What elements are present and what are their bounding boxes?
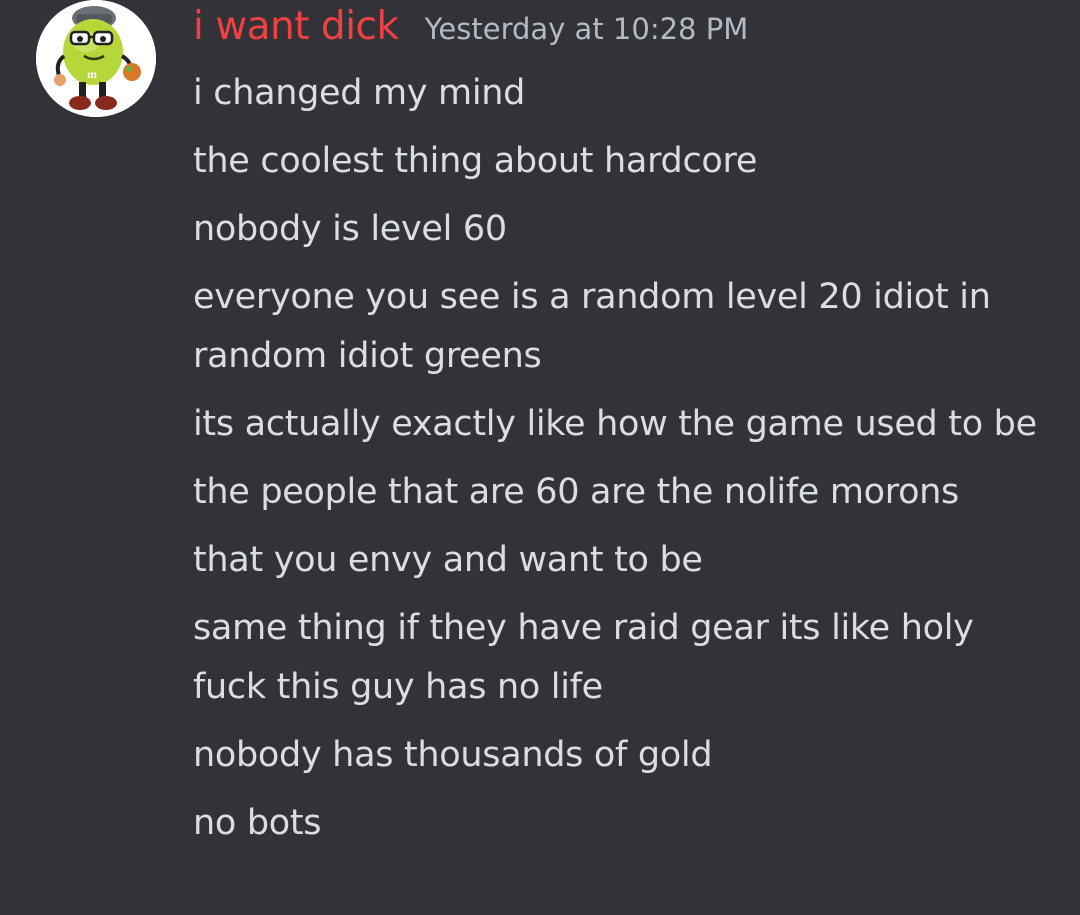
message-text[interactable]: everyone you see is a random level 20 id…: [193, 268, 1053, 386]
green-mm-character-icon: m: [36, 0, 156, 117]
svg-text:m: m: [87, 67, 97, 81]
message-header: i want dick Yesterday at 10:28 PM: [193, 4, 748, 58]
message-text[interactable]: nobody has thousands of gold: [193, 726, 1053, 785]
message-text[interactable]: i changed my mind: [193, 64, 1053, 123]
message-text[interactable]: the coolest thing about hardcore: [193, 132, 1053, 191]
message-text[interactable]: same thing if they have raid gear its li…: [193, 599, 1053, 717]
message-text[interactable]: no bots: [193, 794, 1053, 853]
message-timestamp[interactable]: Yesterday at 10:28 PM: [425, 12, 749, 46]
author-username[interactable]: i want dick: [193, 4, 399, 49]
message-text[interactable]: that you envy and want to be: [193, 531, 1053, 590]
message-text[interactable]: nobody is level 60: [193, 200, 1053, 259]
message-text[interactable]: the people that are 60 are the nolife mo…: [193, 463, 1053, 522]
message-text[interactable]: its actually exactly like how the game u…: [193, 395, 1053, 454]
user-avatar[interactable]: m: [36, 0, 156, 117]
message-list: i changed my mind the coolest thing abou…: [193, 64, 1053, 862]
